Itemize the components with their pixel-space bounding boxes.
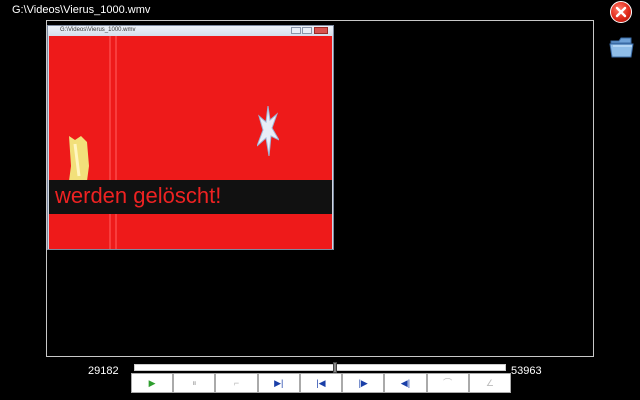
mark-out-icon: ⌒: [443, 377, 453, 388]
mark-in-button[interactable]: ⌐: [215, 373, 258, 393]
current-position: 29182: [88, 365, 119, 377]
pause-button[interactable]: ⏸: [173, 373, 216, 393]
cut-icon: ∠: [485, 377, 494, 388]
step-back-icon: ◀|: [400, 377, 411, 388]
video-window-title: G:\Videos\Vierus_1000.wmv: [60, 27, 136, 33]
end-position: 53963: [511, 365, 542, 377]
video-frame: werden gelöscht!: [49, 36, 332, 249]
video-object-figure: [257, 106, 279, 156]
play-to-end-button[interactable]: ▶|: [257, 373, 300, 393]
skip-back-button[interactable]: |◀: [299, 373, 343, 393]
subtitle-text: werden gelöscht!: [55, 183, 222, 208]
video-artifact: [115, 36, 117, 249]
close-button[interactable]: [610, 1, 632, 23]
maximize-button[interactable]: [302, 27, 312, 34]
seek-thumb[interactable]: [332, 362, 337, 373]
pause-icon: ⏸: [192, 377, 197, 388]
video-artifact: [109, 36, 111, 249]
open-folder-button[interactable]: [609, 35, 636, 59]
step-back-button[interactable]: ◀|: [384, 373, 427, 393]
seek-slider[interactable]: [134, 362, 506, 373]
skip-back-icon: |◀: [316, 377, 326, 388]
play-button[interactable]: ▶: [131, 373, 174, 393]
skip-forward-icon: |▶: [358, 377, 368, 388]
cut-button[interactable]: ∠: [468, 373, 511, 393]
video-window-titlebar[interactable]: G:\Videos\Vierus_1000.wmv: [48, 26, 333, 36]
video-window-close-button[interactable]: [314, 27, 328, 34]
play-icon: ▶: [148, 377, 156, 388]
close-icon: [615, 6, 627, 18]
minimize-button[interactable]: [291, 27, 301, 34]
video-preview-window[interactable]: G:\Videos\Vierus_1000.wmv werden gelösch…: [47, 25, 334, 250]
window-title: G:\Videos\Vierus_1000.wmv: [12, 4, 151, 16]
folder-icon: [609, 37, 634, 58]
mark-out-button[interactable]: ⌒: [426, 373, 469, 393]
subtitle-bar: werden gelöscht!: [49, 180, 332, 214]
transport-controls: ▶ ⏸ ⌐ ▶| |◀ |▶ ◀| ⌒ ∠: [131, 373, 511, 393]
play-to-end-icon: ▶|: [274, 377, 284, 388]
skip-forward-button[interactable]: |▶: [342, 373, 385, 393]
mark-in-icon: ⌐: [233, 377, 240, 388]
